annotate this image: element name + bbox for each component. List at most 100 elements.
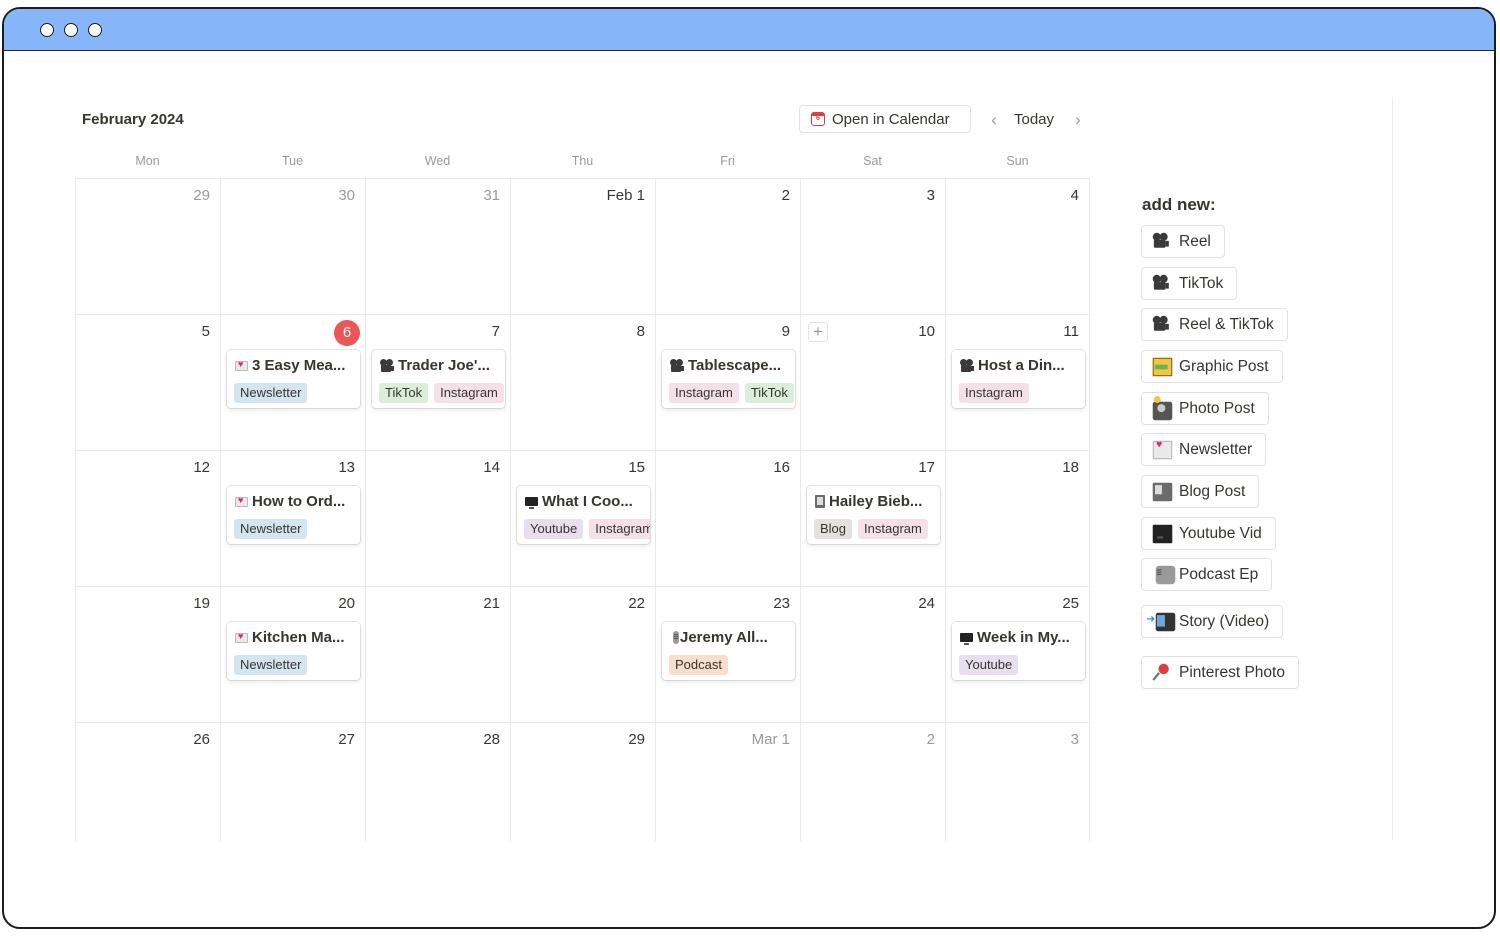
calendar-day-cell[interactable]: 27 [220,723,365,841]
event-title: Host a Din... [960,357,1079,374]
new-template-button[interactable]: Reel & TikTok [1141,308,1288,341]
day-number: 29 [193,187,210,204]
new-template-button[interactable]: Story (Video) [1141,605,1284,638]
calendar-day-cell[interactable]: 8 [510,315,655,450]
event-card[interactable]: Host a Din... Instagram [952,350,1085,408]
new-template-button[interactable]: Reel [1141,225,1225,258]
event-card[interactable]: Tablescape... Instagram TikTok [662,350,795,408]
window-close-dot[interactable] [40,23,54,37]
day-number: 16 [773,459,790,476]
calendar-day-cell[interactable]: 9 Tablescape... Instagram TikTok [655,315,800,450]
weekday-label: Sun [1006,154,1029,168]
calendar-day-cell[interactable]: 14 [365,451,510,586]
window-minimize-dot[interactable] [64,23,78,37]
calendar-day-cell[interactable]: Feb 1 [510,179,655,314]
calendar-day-cell[interactable]: 19 [75,587,220,722]
calendar-day-cell[interactable]: 6 3 Easy Mea... Newsletter [220,315,365,450]
calendar-day-cell[interactable]: 20 Kitchen Ma... Newsletter [220,587,365,722]
platform-tag: Podcast [669,655,728,675]
calendar-day-cell[interactable]: 29 [75,179,220,314]
calendar-day-cell[interactable]: 15 What I Coo... Youtube Instagram [510,451,655,586]
event-card[interactable]: Kitchen Ma... Newsletter [227,622,360,680]
event-tags: Instagram [959,383,1029,403]
day-number: 4 [1070,187,1079,204]
calendar-day-cell[interactable]: 7 Trader Joe'... TikTok Instagram [365,315,510,450]
event-card[interactable]: How to Ord... Newsletter [227,486,360,544]
calendar-day-cell[interactable]: Mar 1 [655,723,800,841]
new-template-button[interactable]: Youtube Vid [1141,517,1276,550]
event-tags: Instagram TikTok [669,383,794,403]
event-card[interactable]: Jeremy All... Podcast [662,622,795,680]
calendar-day-cell[interactable]: 31 [365,179,510,314]
calendar-day-cell[interactable]: 17 Hailey Bieb... Blog Instagram [800,451,945,586]
add-event-button[interactable]: + [808,322,828,342]
calendar-day-cell[interactable]: 21 [365,587,510,722]
day-number: 23 [773,595,790,612]
event-title-text: 3 Easy Mea... [252,357,346,374]
calendar-day-cell[interactable]: 13 How to Ord... Newsletter [220,451,365,586]
calendar-day-cell[interactable]: 29 [510,723,655,841]
calendar-day-cell[interactable]: 2 [655,179,800,314]
event-title-text: Week in My... [977,629,1070,646]
calendar-day-cell[interactable]: 4 [945,179,1090,314]
news-icon [235,631,248,643]
book-icon [815,495,825,508]
day-number: 17 [918,459,935,476]
next-month-button[interactable]: › [1071,111,1085,128]
calendar-day-cell[interactable]: 5 [75,315,220,450]
event-card[interactable]: Trader Joe'... TikTok Instagram [372,350,505,408]
calendar-week-row: 26 27 28 29 Mar 1 2 3 [75,723,1090,841]
weekday-label: Sat [863,154,882,168]
event-card[interactable]: What I Coo... Youtube Instagram [517,486,650,544]
platform-tag: Youtube [959,655,1019,675]
calendar-day-cell[interactable]: 24 [800,587,945,722]
open-in-calendar-button[interactable]: 6 Open in Calendar [799,105,971,133]
calendar-day-cell[interactable]: 26 [75,723,220,841]
new-template-button[interactable]: Blog Post [1141,475,1260,508]
day-number: 26 [193,731,210,748]
today-button[interactable]: Today [1014,111,1054,128]
calendar-day-cell[interactable]: 22 [510,587,655,722]
platform-tag: Blog [814,519,853,539]
day-number: Mar 1 [751,731,790,748]
pin-icon [1153,663,1173,681]
event-card[interactable]: Week in My... Youtube [952,622,1085,680]
reel-icon [1152,274,1173,292]
add-new-heading: add new: [1142,195,1216,214]
calendar-day-cell[interactable]: 12 [75,451,220,586]
new-template-button[interactable]: Newsletter [1141,433,1267,466]
new-template-button[interactable]: Podcast Ep [1141,558,1273,591]
event-title-text: How to Ord... [252,493,346,510]
template-label: Youtube Vid [1179,524,1262,542]
day-number: 21 [483,595,500,612]
new-template-button[interactable]: TikTok [1141,267,1238,300]
calendar-week-row: 29 30 31 Feb 1 2 3 4 [75,179,1090,315]
calendar-day-cell[interactable]: 2 [800,723,945,841]
calendar-week-row: 19 20 Kitchen Ma... Newsletter 21 22 23 Jeremy … [75,587,1090,723]
news-icon [235,495,248,507]
reel-icon [1152,315,1173,333]
calendar-day-cell[interactable]: 3 [945,723,1090,841]
new-template-button[interactable]: Photo Post [1141,392,1269,425]
event-tags: Newsletter [234,383,308,403]
weekday-label: Fri [720,154,735,168]
calendar-day-cell[interactable]: 3 [800,179,945,314]
calendar-day-cell[interactable]: 16 [655,451,800,586]
calendar-day-cell[interactable]: 30 [220,179,365,314]
title-bar [4,9,1494,51]
template-label: Graphic Post [1179,357,1269,375]
calendar-day-cell[interactable]: 18 [945,451,1090,586]
calendar-day-cell[interactable]: 28 [365,723,510,841]
new-template-button[interactable]: Graphic Post [1141,350,1283,383]
new-template-button[interactable]: Pinterest Photo [1141,656,1299,689]
window-zoom-dot[interactable] [88,23,102,37]
calendar-day-cell[interactable]: 10 + [800,315,945,450]
event-title-text: Tablescape... [688,357,782,374]
calendar-day-cell[interactable]: 23 Jeremy All... Podcast [655,587,800,722]
event-card[interactable]: 3 Easy Mea... Newsletter [227,350,360,408]
calendar-day-cell[interactable]: 25 Week in My... Youtube [945,587,1090,722]
event-card[interactable]: Hailey Bieb... Blog Instagram [807,486,940,544]
day-number: 12 [193,459,210,476]
prev-month-button[interactable]: ‹ [987,111,1001,128]
calendar-day-cell[interactable]: 11 Host a Din... Instagram [945,315,1090,450]
